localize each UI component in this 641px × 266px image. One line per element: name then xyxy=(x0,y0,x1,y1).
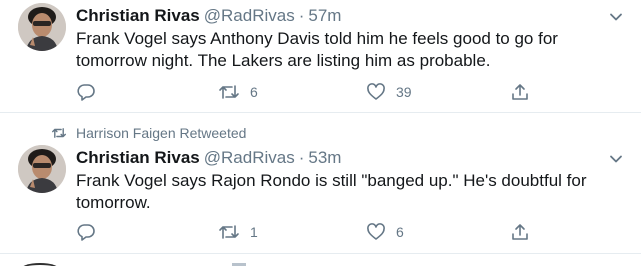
separator-dot: · xyxy=(298,6,305,25)
reply-button[interactable] xyxy=(76,221,96,243)
retweet-button[interactable]: 6 xyxy=(218,81,258,103)
retweet-count: 6 xyxy=(250,84,258,100)
tweet-text: Frank Vogel says Anthony Davis told him … xyxy=(76,29,558,70)
heart-icon xyxy=(367,223,385,240)
tweet-actions: 6 39 xyxy=(76,81,536,103)
tweet-actions: 1 6 xyxy=(76,221,536,243)
reply-button[interactable] xyxy=(76,81,96,103)
like-button[interactable]: 6 xyxy=(366,221,404,243)
like-count: 6 xyxy=(396,224,404,240)
share-icon xyxy=(512,224,528,240)
share-button[interactable] xyxy=(510,81,530,103)
tweet-timestamp[interactable]: 57m xyxy=(308,6,341,25)
retweet-icon xyxy=(219,225,239,239)
share-icon xyxy=(512,84,528,100)
tweet[interactable]: Harrison Faigen Retweeted Christian Riva… xyxy=(0,114,641,254)
share-button[interactable] xyxy=(510,221,530,243)
timeline: Christian Rivas @RadRivas · 57m Frank Vogel… xyxy=(0,0,641,266)
retweet-context-label[interactable]: Harrison Faigen Retweeted xyxy=(76,125,246,141)
reply-icon xyxy=(77,84,95,101)
tweet-header: Christian Rivas @RadRivas · 53m xyxy=(76,148,601,168)
tweet-text: Frank Vogel says Rajon Rondo is still "b… xyxy=(76,171,587,212)
display-name[interactable]: Christian Rivas xyxy=(76,148,200,167)
user-handle[interactable]: @RadRivas xyxy=(204,148,295,167)
tweet[interactable]: Christian Rivas @RadRivas · 57m Frank Vogel… xyxy=(0,0,641,113)
like-button[interactable]: 39 xyxy=(366,81,412,103)
avatar[interactable] xyxy=(18,145,66,193)
avatar-photo xyxy=(18,145,66,193)
reply-icon xyxy=(77,224,95,241)
retweet-count: 1 xyxy=(250,224,258,240)
heart-icon xyxy=(367,83,385,100)
user-handle[interactable]: @RadRivas xyxy=(204,6,295,25)
retweet-icon xyxy=(219,85,239,99)
separator-dot: · xyxy=(298,148,305,167)
retweet-context: Harrison Faigen Retweeted xyxy=(51,125,246,141)
tweet-header: Christian Rivas @RadRivas · 57m xyxy=(76,6,601,26)
avatar-photo xyxy=(18,3,66,51)
chevron-down-icon[interactable] xyxy=(609,152,623,166)
chevron-down-icon[interactable] xyxy=(609,10,623,24)
display-name[interactable]: Christian Rivas xyxy=(76,6,200,25)
like-count: 39 xyxy=(396,84,412,100)
retweet-button[interactable]: 1 xyxy=(218,221,258,243)
retweet-icon xyxy=(51,128,66,138)
avatar[interactable] xyxy=(18,3,66,51)
tweet-timestamp[interactable]: 53m xyxy=(308,148,341,167)
